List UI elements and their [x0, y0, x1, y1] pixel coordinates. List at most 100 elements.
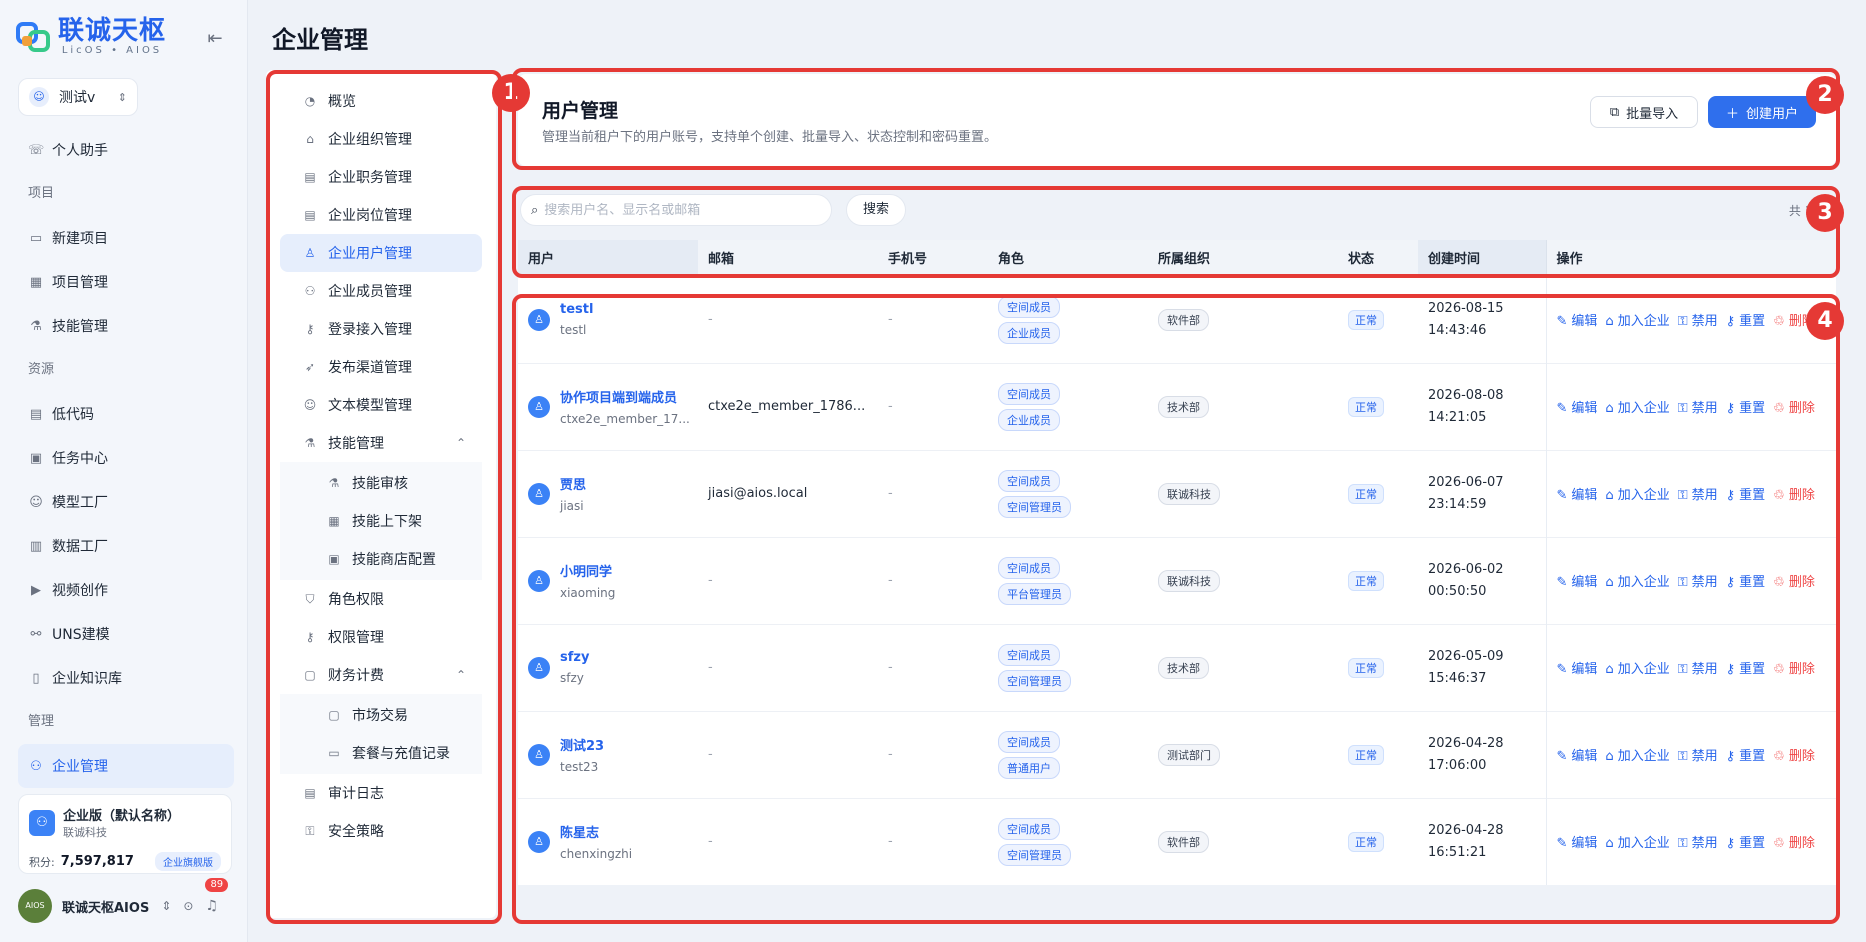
- column-header[interactable]: 手机号: [878, 240, 988, 276]
- sidebar-item[interactable]: ▯ 企业知识库: [18, 656, 234, 700]
- search-box[interactable]: ⌕: [520, 194, 832, 226]
- submenu-item[interactable]: ⚿ 安全策略: [280, 812, 482, 850]
- join-enterprise-button[interactable]: ⌂ 加入企业: [1605, 401, 1673, 416]
- sidebar-item[interactable]: ▤ 低代码: [18, 392, 234, 436]
- submenu-item[interactable]: ▢ 市场交易: [280, 696, 482, 734]
- submenu-item[interactable]: ⌂ 企业组织管理: [280, 120, 482, 158]
- delete-button[interactable]: ♲ 删除: [1773, 575, 1819, 590]
- submenu-item[interactable]: ▣ 技能商店配置: [280, 540, 482, 578]
- reset-button[interactable]: ⚷ 重置: [1726, 662, 1770, 677]
- column-header[interactable]: 邮箱: [698, 240, 878, 276]
- join-enterprise-button[interactable]: ⌂ 加入企业: [1605, 488, 1673, 503]
- user-name-link[interactable]: sfzy: [560, 650, 589, 665]
- submenu-item[interactable]: ▤ 企业职务管理: [280, 158, 482, 196]
- submenu-item[interactable]: ☺ 文本模型管理: [280, 386, 482, 424]
- column-header[interactable]: 创建时间: [1418, 240, 1546, 276]
- sidebar-item[interactable]: ▶ 视频创作: [18, 568, 234, 612]
- disable-button[interactable]: ⚿ 禁用: [1678, 662, 1722, 677]
- chevron-up-icon[interactable]: ⌃: [456, 436, 466, 450]
- sidebar-item[interactable]: ▥ 数据工厂: [18, 524, 234, 568]
- submenu-item[interactable]: ⚗ 技能审核: [280, 464, 482, 502]
- column-header[interactable]: 用户: [518, 240, 698, 276]
- sidebar-item[interactable]: ⚇ 企业管理: [18, 744, 234, 788]
- sidebar-item[interactable]: ▣ 任务中心: [18, 436, 234, 480]
- reset-button[interactable]: ⚷ 重置: [1726, 575, 1770, 590]
- submenu-item[interactable]: ⛉ 角色权限: [280, 580, 482, 618]
- app-logo[interactable]: 联诚天枢 LicOS • AIOS: [14, 16, 166, 56]
- submenu-item[interactable]: ▦ 技能上下架: [280, 502, 482, 540]
- delete-button[interactable]: ♲ 删除: [1773, 662, 1819, 677]
- flask-icon: ⚗: [30, 318, 42, 334]
- disable-button[interactable]: ⚿ 禁用: [1678, 401, 1722, 416]
- user-name-link[interactable]: 测试23: [560, 735, 604, 754]
- edit-button[interactable]: ✎ 编辑: [1557, 836, 1602, 851]
- edit-button[interactable]: ✎ 编辑: [1557, 488, 1602, 503]
- sidebar-item[interactable]: ⚗ 技能管理: [18, 304, 234, 348]
- submenu-item[interactable]: ▤ 审计日志: [280, 774, 482, 812]
- column-header[interactable]: 操作: [1545, 240, 1836, 276]
- bell-icon[interactable]: ♫ 89: [205, 878, 229, 914]
- column-header[interactable]: 所属组织: [1148, 240, 1338, 276]
- reset-button[interactable]: ⚷ 重置: [1726, 314, 1770, 329]
- submenu-item[interactable]: ▢ 财务计费 ⌃: [280, 656, 482, 694]
- submenu-item[interactable]: ◔ 概览: [280, 82, 482, 120]
- edit-button[interactable]: ✎ 编辑: [1557, 662, 1602, 677]
- join-enterprise-button[interactable]: ⌂ 加入企业: [1605, 314, 1673, 329]
- edit-button[interactable]: ✎ 编辑: [1557, 401, 1602, 416]
- disable-button[interactable]: ⚿ 禁用: [1678, 836, 1722, 851]
- chevron-up-icon[interactable]: ⌃: [456, 668, 466, 682]
- user-name-link[interactable]: testl: [560, 302, 593, 317]
- reset-button[interactable]: ⚷ 重置: [1726, 749, 1770, 764]
- plan-card[interactable]: ⚇ 企业版（默认名称） 联诚科技 积分: 7,597,817 企业旗舰版: [18, 794, 232, 874]
- avatar[interactable]: AIOS: [18, 889, 52, 923]
- submenu-item[interactable]: ♙ 企业用户管理: [280, 234, 482, 272]
- search-input[interactable]: [544, 202, 805, 218]
- edit-button[interactable]: ✎ 编辑: [1557, 575, 1602, 590]
- delete-button[interactable]: ♲ 删除: [1773, 749, 1819, 764]
- submenu-item[interactable]: ⚷ 登录接入管理: [280, 310, 482, 348]
- edit-button[interactable]: ✎ 编辑: [1557, 749, 1602, 764]
- sidebar-item[interactable]: ⚯ UNS建模: [18, 612, 234, 656]
- reset-button[interactable]: ⚷ 重置: [1726, 401, 1770, 416]
- disable-button[interactable]: ⚿ 禁用: [1678, 749, 1722, 764]
- reset-button[interactable]: ⚷ 重置: [1726, 836, 1770, 851]
- disable-button[interactable]: ⚿ 禁用: [1678, 314, 1722, 329]
- user-name-link[interactable]: 协作项目端到端成员: [560, 387, 690, 406]
- user-name-link[interactable]: 贾思: [560, 474, 586, 493]
- batch-import-button[interactable]: ⧉ 批量导入: [1590, 96, 1698, 128]
- submenu-item-label: 企业用户管理: [328, 246, 412, 262]
- user-name-link[interactable]: 小明同学: [560, 561, 615, 580]
- join-enterprise-button[interactable]: ⌂ 加入企业: [1605, 749, 1673, 764]
- sidebar-item[interactable]: ☺ 模型工厂: [18, 480, 234, 524]
- join-enterprise-button[interactable]: ⌂ 加入企业: [1605, 662, 1673, 677]
- edit-button[interactable]: ✎ 编辑: [1557, 314, 1602, 329]
- user-name-link[interactable]: 陈星志: [560, 822, 632, 841]
- delete-button[interactable]: ♲ 删除: [1773, 836, 1819, 851]
- chevron-updown-icon[interactable]: ⇕: [161, 899, 171, 913]
- join-enterprise-button[interactable]: ⌂ 加入企业: [1605, 836, 1673, 851]
- submenu-item[interactable]: ▤ 企业岗位管理: [280, 196, 482, 234]
- column-header[interactable]: 角色: [988, 240, 1148, 276]
- column-header[interactable]: 状态: [1338, 240, 1418, 276]
- reset-button[interactable]: ⚷ 重置: [1726, 488, 1770, 503]
- delete-button[interactable]: ♲ 删除: [1773, 488, 1819, 503]
- disable-button[interactable]: ⚿ 禁用: [1678, 488, 1722, 503]
- delete-button[interactable]: ♲ 删除: [1773, 401, 1819, 416]
- submenu-item[interactable]: ➶ 发布渠道管理: [280, 348, 482, 386]
- search-button[interactable]: 搜索: [846, 194, 906, 226]
- submenu-item[interactable]: ⚇ 企业成员管理: [280, 272, 482, 310]
- chevron-down-circle-icon[interactable]: ⊙: [183, 899, 193, 913]
- create-user-button[interactable]: ＋ 创建用户: [1708, 96, 1816, 128]
- submenu-item[interactable]: ⚷ 权限管理: [280, 618, 482, 656]
- sidebar-item[interactable]: ☏ 个人助手: [18, 128, 234, 172]
- submenu-item[interactable]: ⚗ 技能管理 ⌃: [280, 424, 482, 462]
- sidebar-item[interactable]: ▭ 新建项目: [18, 216, 234, 260]
- submenu-item[interactable]: ▭ 套餐与充值记录: [280, 734, 482, 772]
- sidebar-item[interactable]: ▦ 项目管理: [18, 260, 234, 304]
- user-name[interactable]: 联诚天枢AIOS: [62, 897, 149, 916]
- disable-button[interactable]: ⚿ 禁用: [1678, 575, 1722, 590]
- join-enterprise-button[interactable]: ⌂ 加入企业: [1605, 575, 1673, 590]
- org-cell: 软件部: [1148, 275, 1338, 363]
- collapse-sidebar-icon[interactable]: ⇤: [204, 28, 226, 50]
- tenant-switcher[interactable]: ☺ 测试v ⇕: [18, 78, 138, 116]
